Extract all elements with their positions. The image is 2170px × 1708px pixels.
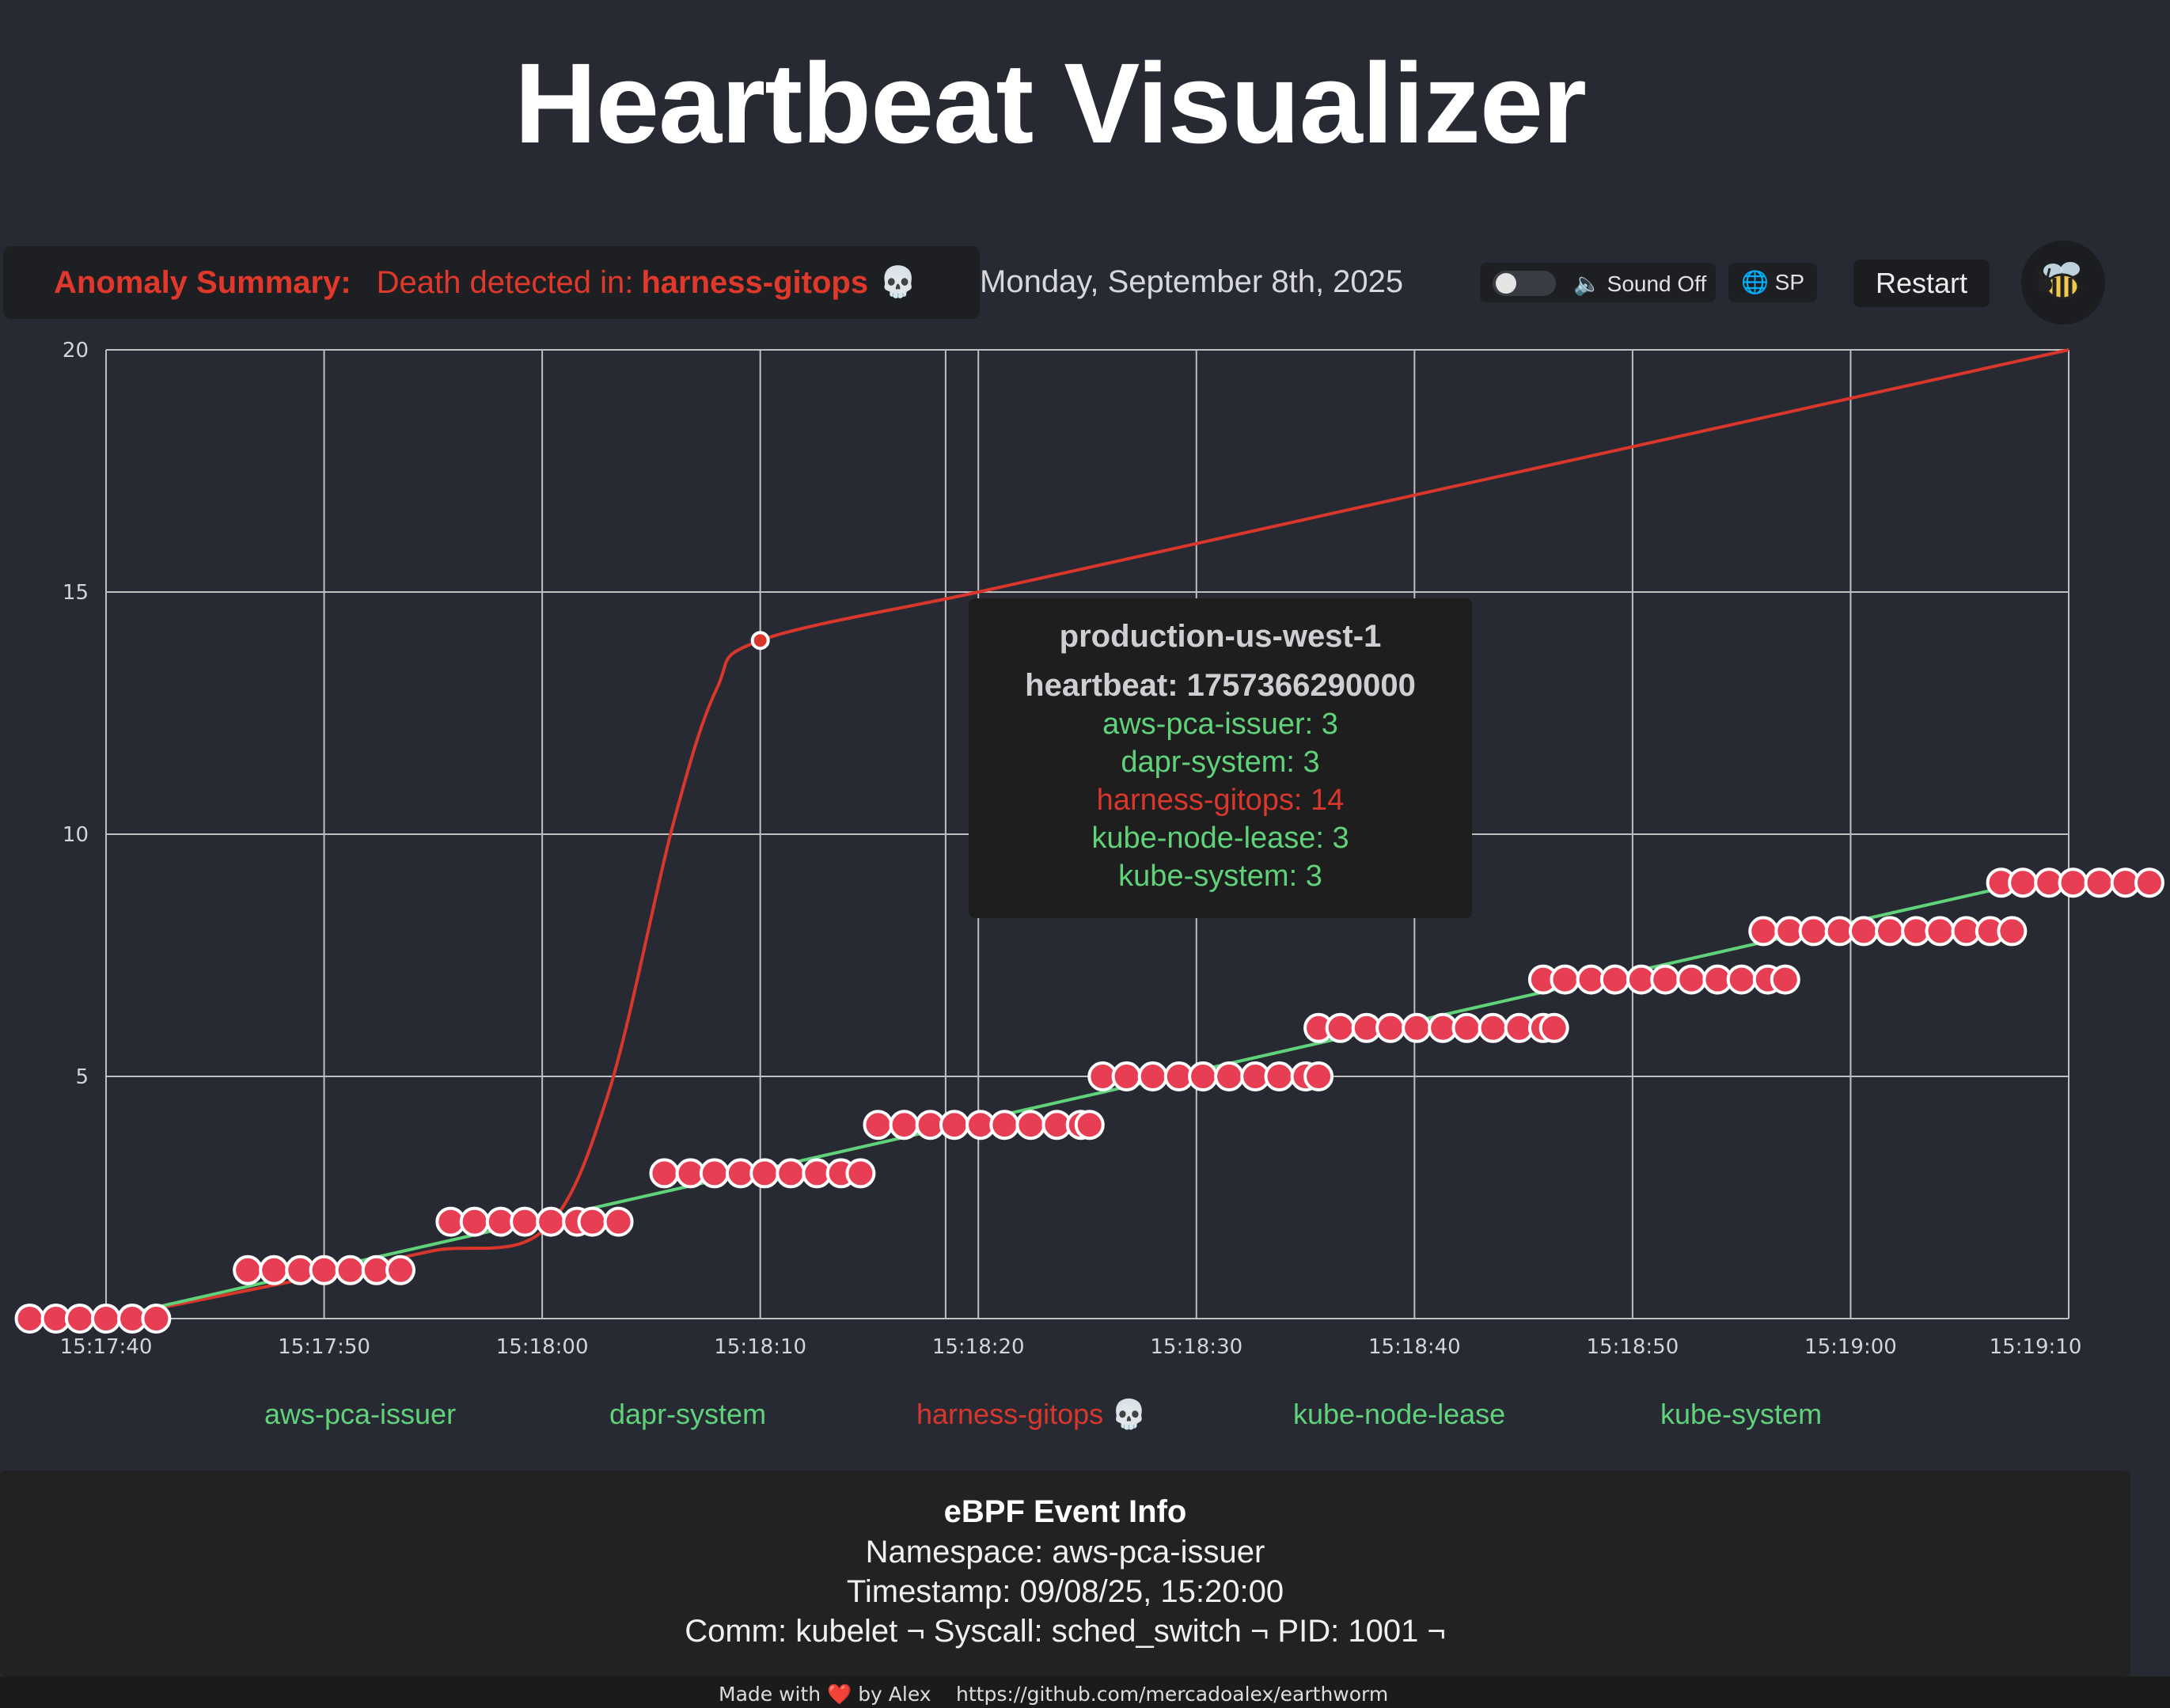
heartbeat-point[interactable]: [1650, 964, 1681, 995]
y-tick-label: 5: [75, 1065, 89, 1089]
heartbeat-point[interactable]: [1748, 916, 1779, 947]
x-axis-ticks: 15:17:40 15:17:50 15:18:00 15:18:10 15:18:20…: [60, 1335, 2082, 1359]
event-details: Comm: kubelet ¬ Syscall: sched_switch ¬ …: [685, 1614, 1446, 1649]
heartbeat-point[interactable]: [1375, 1012, 1406, 1043]
hover-point: [750, 631, 770, 651]
heartbeat-point[interactable]: [776, 1158, 806, 1189]
heartbeat-point[interactable]: [939, 1110, 969, 1141]
ebpf-event-info: eBPF Event Info Namespace: aws-pca-issue…: [0, 1471, 2130, 1676]
tooltip-row: kube-node-lease: 3: [1091, 822, 1349, 855]
made-with-prefix: Made with: [719, 1683, 821, 1706]
x-tick-label: 15:18:30: [1150, 1335, 1242, 1359]
heartbeat-point[interactable]: [577, 1206, 608, 1237]
heartbeat-point[interactable]: [1303, 1061, 1334, 1091]
x-tick-label: 15:19:00: [1804, 1335, 1897, 1359]
heartbeat-point[interactable]: [1599, 964, 1630, 995]
heartbeat-point[interactable]: [335, 1254, 366, 1285]
y-axis-ticks: 20 15 10 5: [63, 339, 89, 1089]
event-info-title: eBPF Event Info: [943, 1494, 1187, 1529]
x-tick-label: 15:18:00: [496, 1335, 589, 1359]
heartbeat-point[interactable]: [1015, 1110, 1046, 1141]
heartbeat-point[interactable]: [459, 1206, 490, 1237]
heartbeat-point[interactable]: [1550, 964, 1580, 995]
chart-legend: aws-pca-issuer dapr-system harness-gitop…: [0, 1398, 2170, 1437]
heartbeat-point[interactable]: [1997, 916, 2028, 947]
series-line-aws-pca-issuer: [105, 881, 2026, 1320]
legend-item-harness-gitops[interactable]: harness-gitops 💀: [916, 1398, 1147, 1431]
heartbeat-point[interactable]: [863, 1110, 893, 1141]
app-root: Heartbeat Visualizer Anomaly Summary: De…: [0, 0, 2170, 1708]
x-tick-label: 15:17:40: [60, 1335, 153, 1359]
y-tick-label: 15: [63, 581, 89, 605]
heartbeat-point[interactable]: [385, 1254, 415, 1285]
x-tick-label: 15:17:50: [278, 1335, 370, 1359]
legend-item-kube-system[interactable]: kube-system: [1660, 1398, 1822, 1431]
x-tick-label: 15:18:20: [932, 1335, 1025, 1359]
tooltip-row: aws-pca-issuer: 3: [1102, 708, 1338, 741]
heartbeat-point[interactable]: [1676, 964, 1707, 995]
x-tick-label: 15:18:10: [714, 1335, 806, 1359]
tooltip-row: kube-system: 3: [1118, 860, 1322, 893]
heartbeat-point[interactable]: [1798, 916, 1829, 947]
heartbeat-point[interactable]: [536, 1206, 567, 1237]
heart-icon: ❤️: [827, 1683, 852, 1706]
heartbeat-point[interactable]: [603, 1206, 634, 1237]
tooltip-row: harness-gitops: 14: [1096, 784, 1345, 817]
x-tick-label: 15:19:10: [1990, 1335, 2082, 1359]
y-tick-label: 20: [63, 339, 89, 362]
heartbeat-point[interactable]: [1538, 1012, 1569, 1043]
heartbeat-point[interactable]: [1214, 1061, 1245, 1091]
made-with-suffix: by Alex: [858, 1683, 931, 1706]
tooltip-row: dapr-system: 3: [1121, 746, 1320, 779]
heartbeat-point[interactable]: [2008, 867, 2039, 898]
heartbeat-point[interactable]: [1726, 964, 1757, 995]
heartbeat-point[interactable]: [1925, 916, 1956, 947]
heartbeat-point[interactable]: [1074, 1110, 1105, 1141]
heartbeat-point[interactable]: [64, 1304, 95, 1334]
event-namespace: Namespace: aws-pca-issuer: [865, 1535, 1265, 1569]
heartbeat-point[interactable]: [2134, 867, 2164, 898]
heartbeat-points[interactable]: [14, 867, 2164, 1334]
heartbeat-point[interactable]: [2058, 867, 2088, 898]
heartbeat-point[interactable]: [1137, 1061, 1168, 1091]
chart-tooltip: production-us-west-1 heartbeat: 17573662…: [969, 598, 1472, 918]
legend-item-aws-pca-issuer[interactable]: aws-pca-issuer: [264, 1398, 456, 1431]
heartbeat-point[interactable]: [749, 1158, 780, 1189]
heartbeat-point[interactable]: [1848, 916, 1879, 947]
x-tick-label: 15:18:40: [1368, 1335, 1461, 1359]
y-tick-label: 10: [63, 823, 89, 847]
tooltip-cluster: production-us-west-1: [1059, 619, 1382, 654]
footer: Made with ❤️ by Alex https://github.com/…: [0, 1676, 2170, 1708]
github-link[interactable]: https://github.com/mercadoalex/earthworm: [956, 1683, 1388, 1706]
highlighted-point: [750, 631, 770, 651]
heartbeat-point[interactable]: [510, 1206, 541, 1237]
heartbeat-point[interactable]: [1402, 1012, 1432, 1043]
made-with-credit: Made with ❤️ by Alex: [719, 1683, 931, 1706]
heartbeat-point[interactable]: [141, 1304, 172, 1334]
heartbeat-point[interactable]: [1111, 1061, 1142, 1091]
tooltip-heartbeat: heartbeat: 1757366290000: [1025, 668, 1416, 703]
heartbeat-point[interactable]: [1451, 1012, 1482, 1043]
heartbeat-point[interactable]: [1875, 916, 1906, 947]
heartbeat-point[interactable]: [309, 1254, 340, 1285]
event-timestamp: Timestamp: 09/08/25, 15:20:00: [846, 1574, 1284, 1609]
heartbeat-point[interactable]: [1188, 1061, 1219, 1091]
heartbeat-point[interactable]: [1264, 1061, 1295, 1091]
heartbeat-point[interactable]: [1478, 1012, 1508, 1043]
heartbeat-point[interactable]: [889, 1110, 920, 1141]
heartbeat-point[interactable]: [91, 1304, 121, 1334]
x-tick-label: 15:18:50: [1586, 1335, 1679, 1359]
heartbeat-point[interactable]: [2084, 867, 2115, 898]
heartbeat-point[interactable]: [1770, 964, 1800, 995]
heartbeat-point[interactable]: [649, 1158, 680, 1189]
heartbeat-point[interactable]: [14, 1304, 45, 1334]
heartbeat-point[interactable]: [699, 1158, 730, 1189]
heartbeat-point[interactable]: [233, 1254, 264, 1285]
heartbeat-point[interactable]: [989, 1110, 1020, 1141]
heartbeat-point[interactable]: [1325, 1012, 1356, 1043]
heartbeat-point[interactable]: [845, 1158, 876, 1189]
legend-item-dapr-system[interactable]: dapr-system: [609, 1398, 766, 1431]
legend-item-kube-node-lease[interactable]: kube-node-lease: [1293, 1398, 1505, 1431]
heartbeat-point[interactable]: [259, 1254, 290, 1285]
